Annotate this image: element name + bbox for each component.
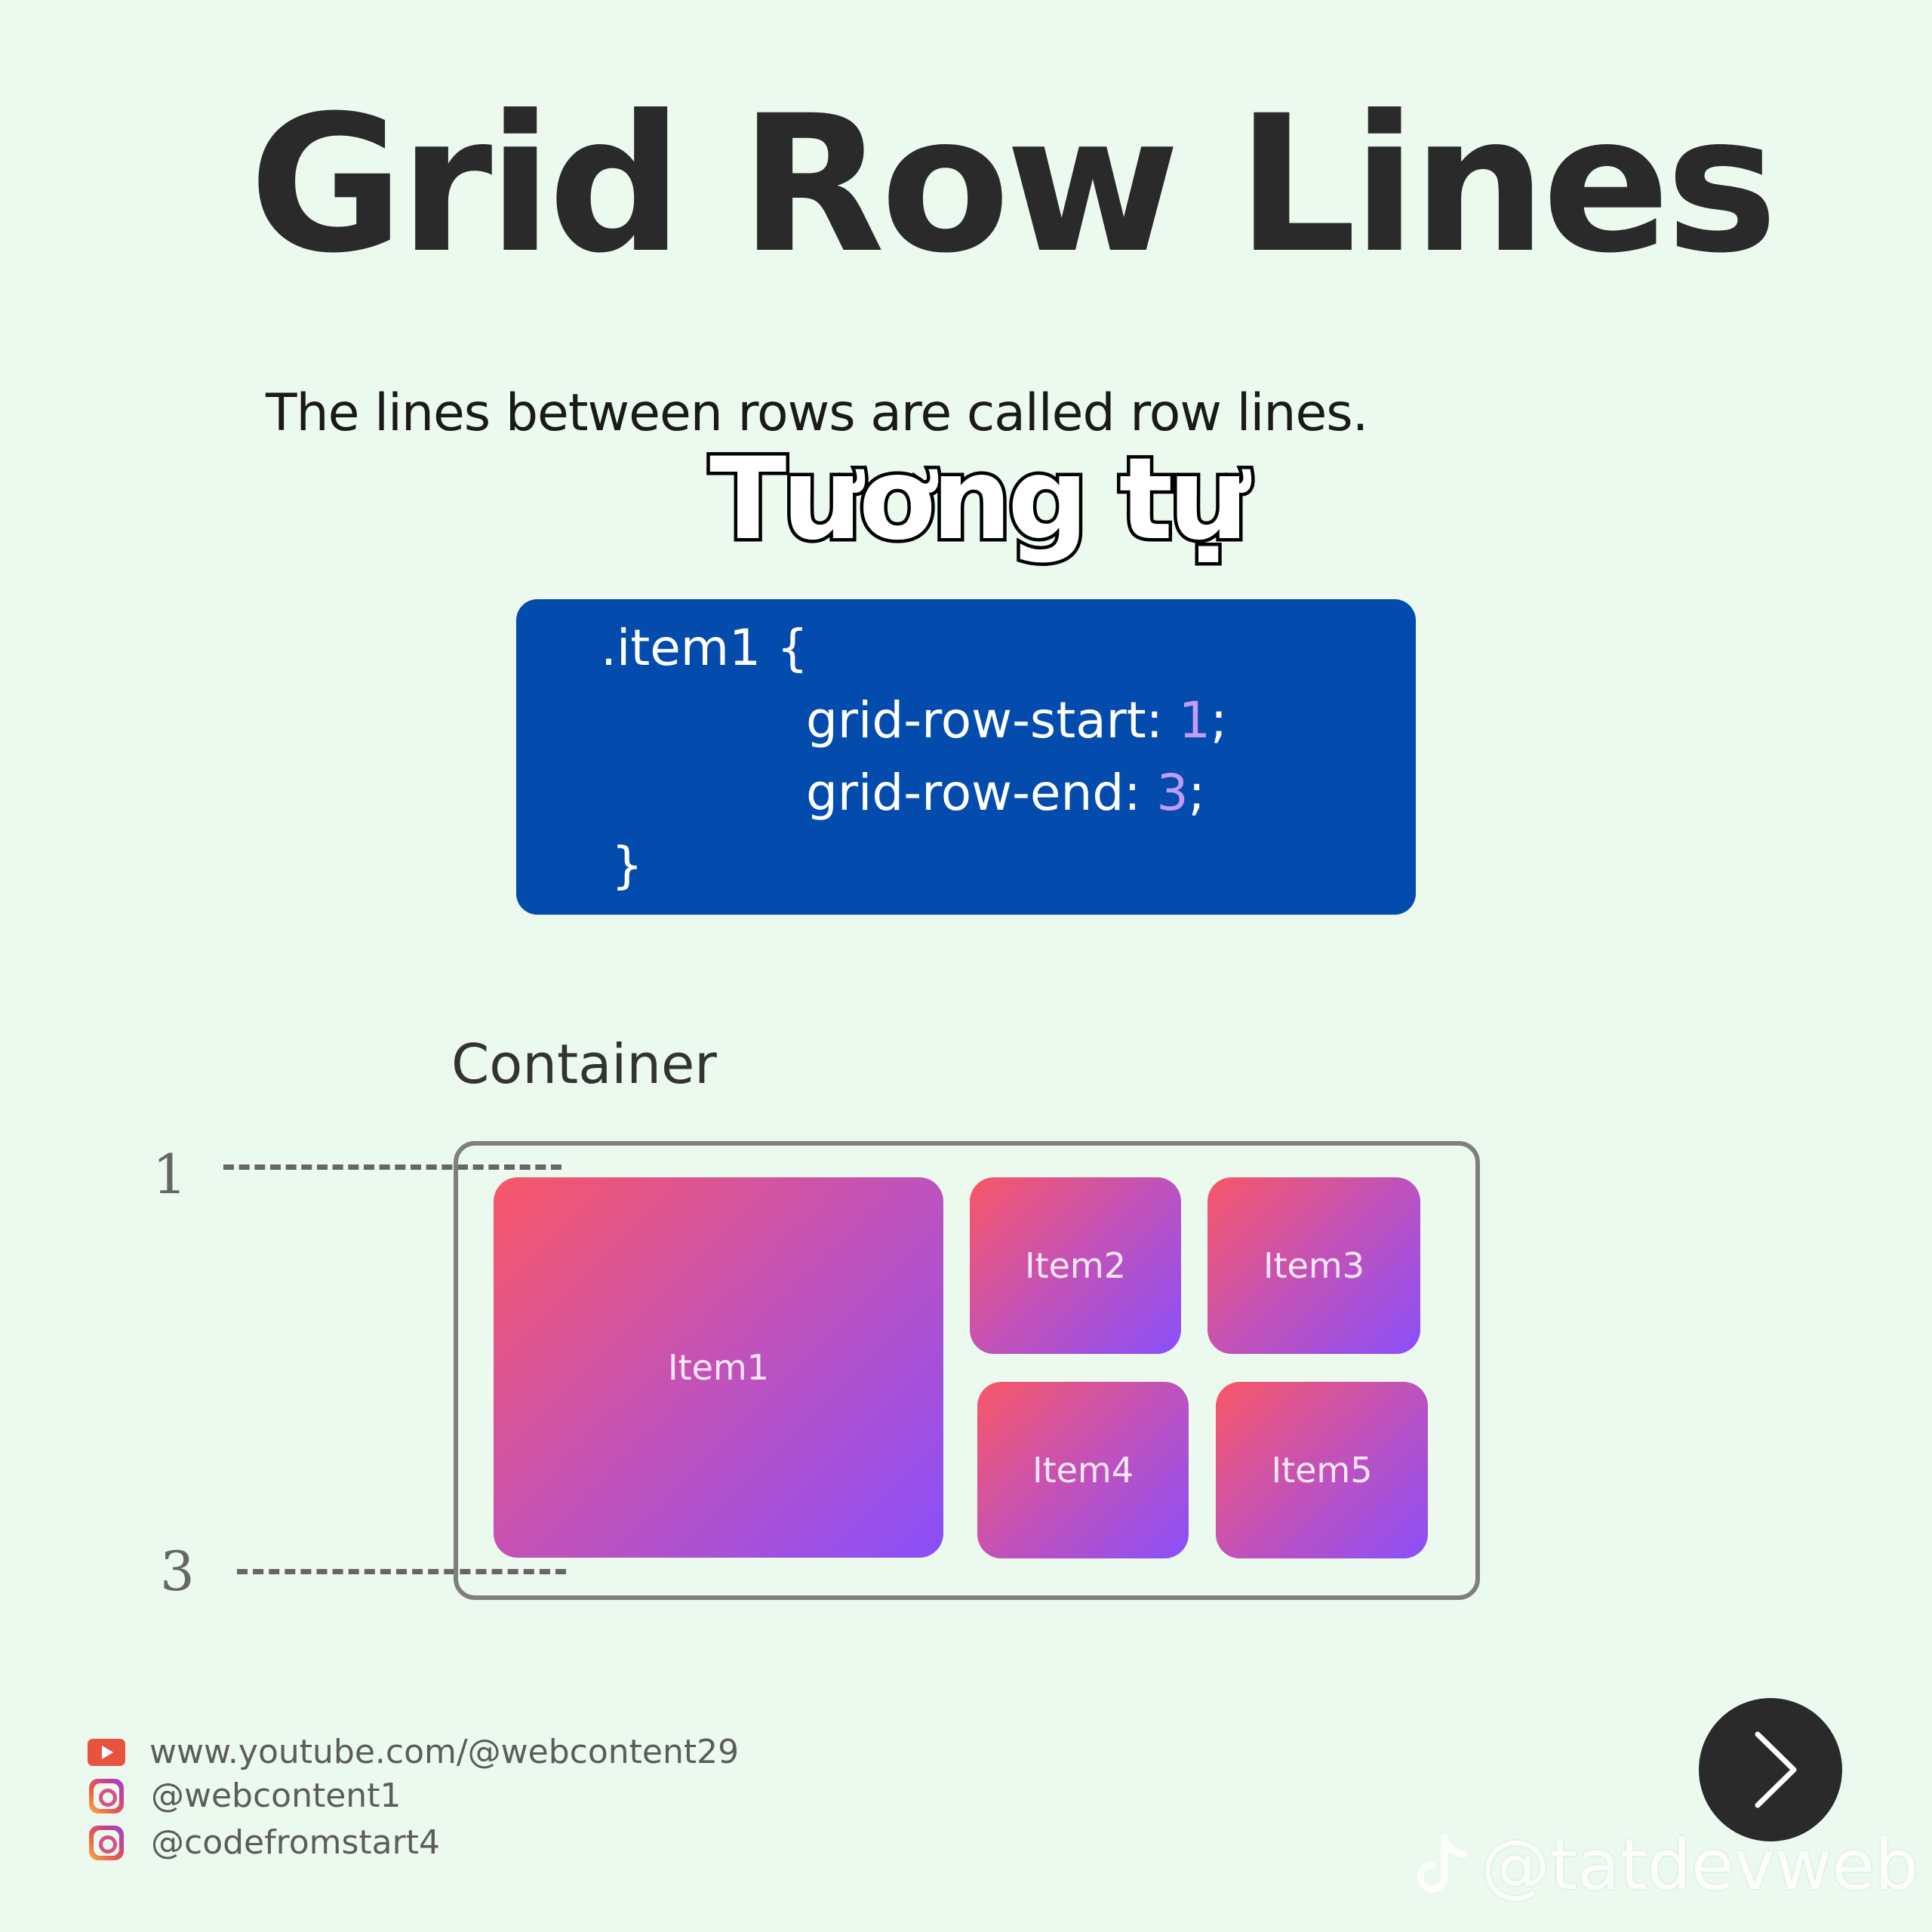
next-button[interactable]: [1699, 1698, 1842, 1841]
social-link-text: www.youtube.com/@webcontent29: [149, 1733, 740, 1771]
container-label: Container: [451, 1032, 717, 1096]
code-value: 1: [1178, 691, 1211, 749]
social-instagram[interactable]: @webcontent1: [88, 1777, 401, 1815]
code-closing-brace: }: [611, 836, 643, 894]
watermark-handle: @tatdevweb: [1481, 1825, 1919, 1906]
grid-item: Item2: [970, 1177, 1181, 1354]
social-instagram[interactable]: @codefromstart4: [88, 1823, 440, 1862]
grid-item: Item5: [1216, 1382, 1428, 1558]
instagram-icon: [89, 1825, 124, 1860]
video-caption: Tương tự: [706, 434, 1252, 565]
tiktok-icon: [1417, 1834, 1468, 1892]
youtube-icon: [88, 1738, 125, 1766]
page-title: Grid Row Lines: [249, 75, 1778, 294]
code-block: .item1 { grid-row-start: 1; grid-row-end…: [516, 599, 1416, 915]
social-link-text: @codefromstart4: [151, 1823, 440, 1862]
code-property: grid-row-end:: [806, 764, 1157, 822]
code-line-row-end: grid-row-end: 3;: [806, 768, 1205, 818]
code-value: 3: [1156, 764, 1189, 822]
grid-item: Item1: [494, 1177, 943, 1558]
instagram-icon: [89, 1778, 124, 1814]
code-line-row-start: grid-row-start: 1;: [806, 696, 1227, 746]
code-semicolon: ;: [1188, 764, 1205, 822]
social-link-text: @webcontent1: [151, 1777, 401, 1815]
tiktok-watermark: @tatdevweb: [1411, 1825, 1918, 1906]
row-line-number: 3: [160, 1540, 195, 1603]
grid-item: Item3: [1208, 1177, 1420, 1354]
code-property: grid-row-start:: [806, 691, 1179, 749]
code-selector: .item1 {: [601, 619, 809, 677]
code-semicolon: ;: [1210, 691, 1228, 749]
social-youtube[interactable]: www.youtube.com/@webcontent29: [88, 1733, 739, 1771]
chevron-right-icon: [1755, 1731, 1797, 1808]
grid-item: Item4: [977, 1382, 1189, 1558]
row-line-number: 1: [152, 1143, 187, 1206]
